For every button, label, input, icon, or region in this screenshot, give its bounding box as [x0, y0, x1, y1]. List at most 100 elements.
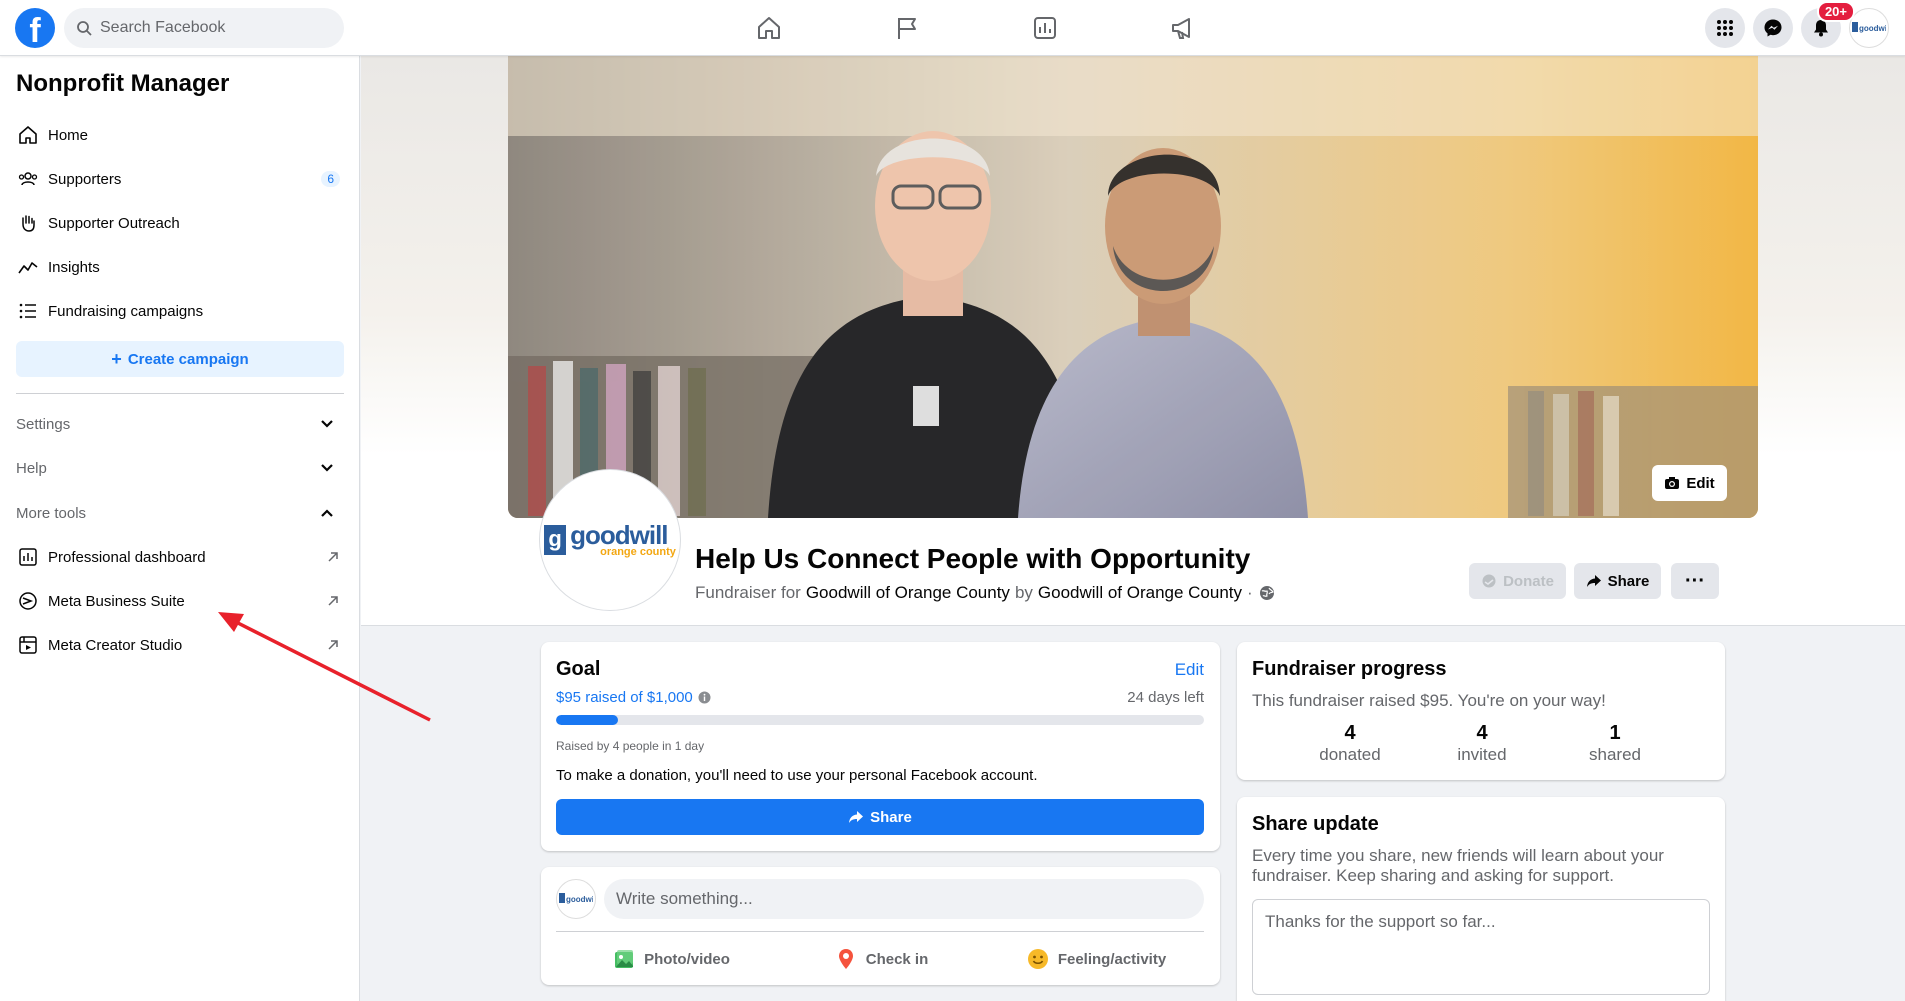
- section-label: More tools: [16, 504, 87, 522]
- search-input[interactable]: [100, 19, 320, 37]
- sidebar-item-home[interactable]: Home: [16, 117, 344, 153]
- messenger-button[interactable]: [1753, 8, 1793, 48]
- svg-text:goodwill: goodwill: [566, 895, 593, 904]
- share-update-heading: Share update: [1252, 813, 1379, 835]
- sidebar-section-settings[interactable]: Settings: [16, 406, 344, 442]
- messenger-icon: [1764, 19, 1782, 37]
- grid-menu-icon: [1717, 20, 1733, 36]
- tool-meta-creator-studio[interactable]: Meta Creator Studio: [16, 627, 344, 663]
- more-dots-icon: ···: [1685, 569, 1705, 592]
- photo-video-action[interactable]: Photo/video: [571, 939, 771, 979]
- nav-pages[interactable]: [838, 0, 976, 56]
- composer-divider: [556, 931, 1204, 932]
- tool-meta-business-suite[interactable]: Meta Business Suite: [16, 583, 344, 619]
- account-avatar[interactable]: goodwill: [1849, 8, 1889, 48]
- sidebar-item-fundraising-campaigns[interactable]: Fundraising campaigns: [16, 293, 344, 329]
- action-label: Check in: [865, 950, 929, 968]
- sidebar-item-label: Supporter Outreach: [48, 214, 180, 232]
- edit-cover-label: Edit: [1686, 474, 1715, 492]
- svg-text:goodwill: goodwill: [1859, 24, 1886, 33]
- chevron-down-icon: [321, 464, 333, 472]
- separator-dot: ·: [1247, 583, 1253, 602]
- megaphone-icon: [1172, 18, 1190, 39]
- list-icon: [16, 299, 40, 323]
- hand-icon: [16, 211, 40, 235]
- share-arrow-icon: [849, 811, 864, 823]
- create-campaign-label: Create campaign: [127, 350, 249, 368]
- edit-cover-button[interactable]: Edit: [1652, 465, 1727, 501]
- home-icon: [16, 123, 40, 147]
- sidebar-item-label: Home: [48, 126, 89, 144]
- search-box[interactable]: [64, 8, 344, 48]
- sidebar-item-label: Insights: [48, 258, 100, 276]
- nav-insights[interactable]: [976, 0, 1114, 56]
- meta-business-icon: [16, 589, 40, 613]
- goal-heading: Goal: [556, 658, 601, 680]
- facebook-logo-letter: f: [29, 12, 41, 48]
- sidebar-section-more-tools[interactable]: More tools: [16, 495, 344, 531]
- chevron-down-icon: [321, 420, 333, 428]
- nav-home[interactable]: [700, 0, 838, 56]
- plus-icon: +: [111, 348, 122, 369]
- sidebar-title: Nonprofit Manager: [16, 70, 230, 97]
- section-label: Settings: [16, 415, 71, 433]
- raised-text: $95 raised of $1,000: [556, 689, 693, 706]
- fundraiser-progress-card: Fundraiser progress This fundraiser rais…: [1237, 642, 1725, 780]
- donation-note: To make a donation, you'll need to use y…: [556, 767, 1038, 784]
- more-options-button[interactable]: ···: [1671, 563, 1719, 599]
- action-label: Feeling/activity: [1057, 950, 1167, 968]
- people-icon: [16, 167, 40, 191]
- tool-professional-dashboard[interactable]: Professional dashboard: [16, 539, 344, 575]
- goal-progress-fill: [556, 715, 618, 725]
- top-navigation-bar: f 20+ goodwill: [0, 0, 1905, 56]
- organization-logo[interactable]: g goodwill orange county: [540, 470, 680, 610]
- sidebar-item-supporters[interactable]: Supporters 6: [16, 161, 344, 197]
- goodwill-logo-mark: g: [544, 525, 567, 555]
- stat-number: 4: [1344, 722, 1356, 744]
- goodwill-avatar-icon: goodwill: [559, 893, 593, 904]
- nav-ads[interactable]: [1114, 0, 1252, 56]
- fundraiser-subtitle: Fundraiser for Goodwill of Orange County…: [695, 583, 1275, 603]
- goal-raised[interactable]: $95 raised of $1,000: [556, 689, 711, 706]
- donate-icon: [1482, 574, 1496, 588]
- search-icon: [77, 21, 92, 36]
- goal-share-label: Share: [870, 808, 912, 826]
- goal-card: Goal Edit $95 raised of $1,000 24 days l…: [541, 642, 1220, 851]
- stat-shared: 1 shared: [1555, 722, 1675, 765]
- dashboard-icon: [16, 545, 40, 569]
- menu-button[interactable]: [1705, 8, 1745, 48]
- sidebar-item-supporter-outreach[interactable]: Supporter Outreach: [16, 205, 344, 241]
- sidebar-section-help[interactable]: Help: [16, 450, 344, 486]
- facebook-logo[interactable]: f: [15, 8, 55, 48]
- sidebar-divider: [16, 393, 344, 394]
- goal-share-button[interactable]: Share: [556, 799, 1204, 835]
- composer-input[interactable]: [604, 879, 1204, 919]
- stat-label: shared: [1589, 745, 1641, 764]
- feeling-activity-action[interactable]: Feeling/activity: [991, 939, 1201, 979]
- by-text: by: [1014, 583, 1033, 602]
- create-campaign-button[interactable]: + Create campaign: [16, 341, 344, 377]
- goal-edit-button[interactable]: Edit: [1175, 660, 1204, 680]
- share-update-textarea[interactable]: [1252, 899, 1710, 995]
- photo-icon: [615, 950, 634, 968]
- post-composer: goodwill Photo/video Check in Feeling/ac…: [541, 867, 1220, 985]
- sidebar-item-insights[interactable]: Insights: [16, 249, 344, 285]
- globe-icon: [1259, 586, 1274, 600]
- beneficiary-link[interactable]: Goodwill of Orange County: [806, 583, 1010, 603]
- donate-button[interactable]: Donate: [1469, 563, 1566, 599]
- progress-summary: This fundraiser raised $95. You're on yo…: [1252, 691, 1606, 710]
- header-share-button[interactable]: Share: [1574, 563, 1661, 599]
- stat-label: donated: [1319, 745, 1381, 764]
- share-label: Share: [1607, 572, 1650, 590]
- action-label: Photo/video: [644, 950, 730, 968]
- organizer-link[interactable]: Goodwill of Orange County: [1038, 583, 1242, 603]
- main-nav: [700, 0, 1252, 56]
- film-icon: [16, 633, 40, 657]
- notifications-button[interactable]: 20+: [1801, 1, 1855, 48]
- logo-subword: orange county: [600, 546, 676, 558]
- check-in-action[interactable]: Check in: [781, 939, 981, 979]
- share-arrow-icon: [1586, 575, 1601, 587]
- notification-badge: 20+: [1816, 1, 1855, 22]
- goodwill-avatar-icon: goodwill: [1852, 22, 1886, 33]
- donate-label: Donate: [1503, 572, 1554, 590]
